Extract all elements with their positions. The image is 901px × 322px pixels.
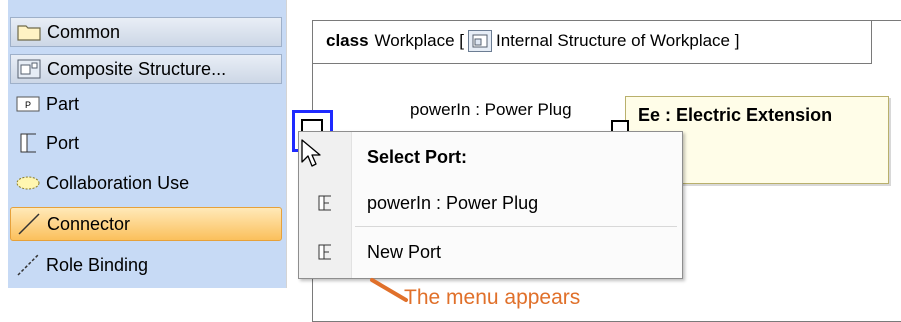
- palette-item-part[interactable]: P Part: [10, 89, 282, 119]
- menu-item-label: New Port: [367, 241, 442, 262]
- palette-group-label: Composite Structure...: [47, 58, 227, 79]
- menu-item-powerin[interactable]: powerIn : Power Plug: [299, 180, 682, 226]
- folder-icon: [13, 20, 45, 44]
- palette-item-label: Collaboration Use: [46, 172, 190, 193]
- palette-item-label: Connector: [47, 213, 131, 234]
- palette-panel: Common Composite Structure... P Part Por…: [0, 0, 286, 288]
- svg-text:P: P: [25, 100, 31, 110]
- role-binding-icon: [12, 253, 44, 277]
- menu-item-label: powerIn : Power Plug: [367, 192, 539, 213]
- palette-item-label: Role Binding: [46, 254, 149, 275]
- menu-header: Select Port:: [299, 134, 682, 180]
- palette-group-label: Common: [47, 21, 121, 42]
- frame-name: Workplace [: [374, 31, 464, 50]
- palette-item-role-binding[interactable]: Role Binding: [10, 250, 282, 280]
- palette-item-port[interactable]: Port: [10, 128, 282, 158]
- menu-item-new-port[interactable]: New Port: [299, 229, 682, 275]
- port-label: powerIn : Power Plug: [410, 100, 572, 119]
- palette-group-common[interactable]: Common: [10, 17, 282, 47]
- palette-item-connector[interactable]: Connector: [10, 207, 282, 241]
- port-icon: [12, 131, 44, 155]
- palette-item-label: Part: [46, 93, 80, 114]
- connector-icon: [13, 212, 45, 236]
- diagram-icon: [468, 30, 492, 52]
- part-icon: P: [12, 92, 44, 116]
- composite-structure-icon: [13, 57, 45, 81]
- port-icon: [299, 242, 351, 262]
- frame-keyword: class: [326, 31, 369, 50]
- palette-group-composite-structure[interactable]: Composite Structure...: [10, 54, 282, 84]
- palette-item-collaboration-use[interactable]: Collaboration Use: [10, 168, 282, 198]
- part-label: Ee : Electric Extension: [638, 105, 833, 125]
- callout-text: The menu appears: [404, 286, 581, 309]
- frame-title: class Workplace [ Internal Structure of …: [326, 30, 739, 52]
- frame-diagram-name: Internal Structure of Workplace ]: [496, 31, 740, 50]
- mouse-cursor-icon: [301, 139, 321, 167]
- port-icon: [299, 193, 351, 213]
- palette-item-label: Port: [46, 132, 80, 153]
- menu-header-label: Select Port:: [367, 146, 468, 167]
- collaboration-use-icon: [12, 171, 44, 195]
- select-port-menu: Select Port: powerIn : Power Plug New Po…: [298, 131, 683, 279]
- menu-separator: [355, 226, 677, 227]
